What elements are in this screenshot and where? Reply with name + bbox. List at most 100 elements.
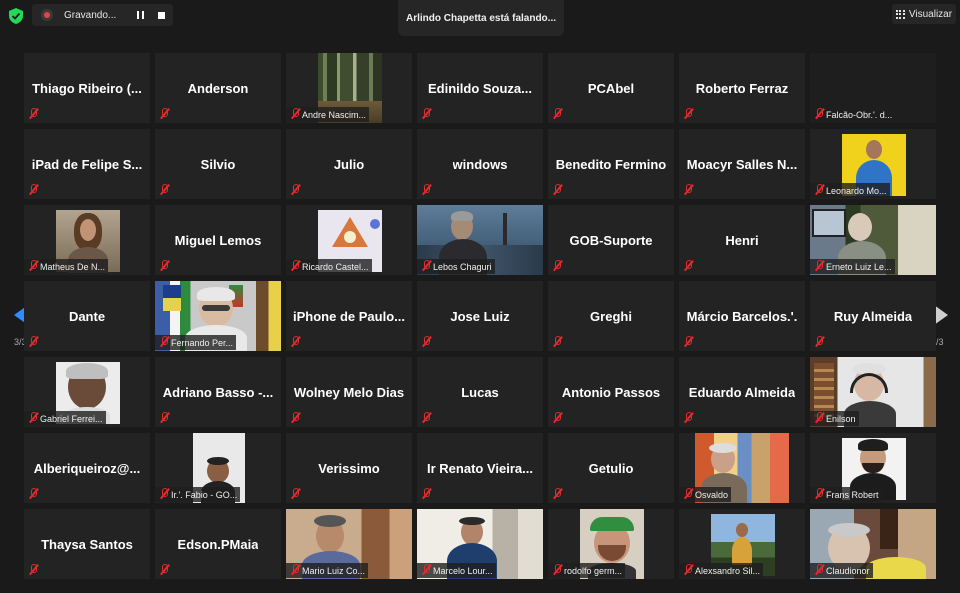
participant-tile[interactable]: Getulio <box>548 433 674 503</box>
participant-tile[interactable]: iPhone de Paulo... <box>286 281 412 351</box>
muted-mic-icon <box>814 108 825 119</box>
participant-name: Henri <box>725 232 759 248</box>
participant-tile[interactable]: Anderson <box>155 53 281 123</box>
participant-tile[interactable]: Fernando Per... <box>155 281 281 351</box>
participant-tile[interactable]: PCAbel <box>548 53 674 123</box>
participant-tile[interactable]: Osvaldo <box>679 433 805 503</box>
muted-mic-icon <box>814 412 825 423</box>
muted-mic-icon <box>159 336 170 347</box>
participant-label-text: Lebos Chaguri <box>433 261 492 272</box>
participant-tile[interactable]: Miguel Lemos <box>155 205 281 275</box>
security-shield-icon[interactable] <box>9 8 23 24</box>
next-page-arrow-icon[interactable] <box>934 305 948 325</box>
participant-tile[interactable]: Lebos Chaguri <box>417 205 543 275</box>
participant-tile[interactable]: Verissimo <box>286 433 412 503</box>
grid-view-icon <box>895 9 905 19</box>
participant-tile[interactable]: Dante <box>24 281 150 351</box>
stop-icon <box>157 11 165 19</box>
participant-name: Silvio <box>200 156 236 172</box>
participant-tile[interactable]: Leonardo Mo... <box>810 129 936 199</box>
muted-mic-icon <box>683 184 694 195</box>
participant-tile[interactable]: Greghi <box>548 281 674 351</box>
recording-label: Gravando... <box>64 9 117 21</box>
muted-mic-icon <box>290 108 301 119</box>
participant-tile[interactable]: Wolney Melo Dias <box>286 357 412 427</box>
participant-tile[interactable]: Lucas <box>417 357 543 427</box>
participant-tile[interactable]: Benedito Fermino <box>548 129 674 199</box>
participant-tile[interactable]: Julio <box>286 129 412 199</box>
participant-tile[interactable]: Enilson <box>810 357 936 427</box>
muted-mic-icon <box>28 564 39 575</box>
participant-tile[interactable]: Roberto Ferraz <box>679 53 805 123</box>
muted-mic-icon <box>552 108 563 119</box>
participant-tile[interactable]: Henri <box>679 205 805 275</box>
participant-tile[interactable]: Gabriel Ferrei... <box>24 357 150 427</box>
participant-tile[interactable]: Alexsandro Sil... <box>679 509 805 579</box>
participant-tile[interactable]: Antonio Passos <box>548 357 674 427</box>
participant-tile[interactable]: Márcio Barcelos.'. <box>679 281 805 351</box>
muted-mic-icon <box>552 564 563 575</box>
participant-name: Antonio Passos <box>561 384 661 400</box>
participant-tile[interactable]: Matheus De N... <box>24 205 150 275</box>
muted-mic-icon <box>159 564 170 575</box>
participant-tile[interactable]: Eduardo Almeida <box>679 357 805 427</box>
participant-name: Ruy Almeida <box>833 308 913 324</box>
participant-tile[interactable]: Edinildo Souza... <box>417 53 543 123</box>
participant-tile[interactable]: Moacyr Salles N... <box>679 129 805 199</box>
participant-label-text: Andre Nascim... <box>302 109 367 120</box>
muted-mic-icon <box>814 260 825 271</box>
muted-mic-icon <box>814 564 825 575</box>
participant-tile[interactable]: Ir.'. Fabio - GO... <box>155 433 281 503</box>
muted-mic-icon <box>159 412 170 423</box>
participant-tile[interactable]: GOB-Suporte <box>548 205 674 275</box>
participant-tile[interactable]: Adriano Basso -... <box>155 357 281 427</box>
participant-label-text: Claudionor <box>826 565 870 576</box>
muted-mic-icon <box>159 184 170 195</box>
participant-name: PCAbel <box>587 80 635 96</box>
view-button[interactable]: Visualizar <box>892 4 956 24</box>
muted-mic-icon <box>552 412 563 423</box>
participant-tile[interactable]: Falcão-Obr.'. d... <box>810 53 936 123</box>
participant-name: Jose Luiz <box>450 308 510 324</box>
participant-tile[interactable]: Andre Nascim... <box>286 53 412 123</box>
participant-tile[interactable]: Thiago Ribeiro (... <box>24 53 150 123</box>
participant-name: Getulio <box>588 460 634 476</box>
participant-tile[interactable]: Thaysa Santos <box>24 509 150 579</box>
participant-tile[interactable]: Jose Luiz <box>417 281 543 351</box>
muted-mic-icon <box>814 184 825 195</box>
participant-label-text: Ir.'. Fabio - GO... <box>171 489 238 500</box>
muted-mic-icon <box>421 108 432 119</box>
participant-tile[interactable]: rodolfo germ... <box>548 509 674 579</box>
participant-name: Thaysa Santos <box>41 536 133 552</box>
participant-tile[interactable]: Erneto Luiz Le... <box>810 205 936 275</box>
participant-tile[interactable]: Edson.PMaia <box>155 509 281 579</box>
participant-tile[interactable]: Alberiqueiroz@... <box>24 433 150 503</box>
muted-mic-icon <box>290 488 301 499</box>
participant-label-text: rodolfo germ... <box>564 565 623 576</box>
participant-name: windows <box>452 156 508 172</box>
participant-name: Alberiqueiroz@... <box>33 460 141 476</box>
muted-mic-icon <box>290 184 301 195</box>
stop-recording-button[interactable] <box>152 7 170 23</box>
muted-mic-icon <box>28 412 39 423</box>
muted-mic-icon <box>28 336 39 347</box>
participant-tile[interactable]: Ruy Almeida <box>810 281 936 351</box>
muted-mic-icon <box>28 488 39 499</box>
participant-name: Lucas <box>461 384 499 400</box>
muted-mic-icon <box>28 108 39 119</box>
muted-mic-icon <box>683 488 694 499</box>
participant-tile[interactable]: windows <box>417 129 543 199</box>
participant-tile[interactable]: Silvio <box>155 129 281 199</box>
participant-tile[interactable]: Mario Luiz Co... <box>286 509 412 579</box>
participant-tile[interactable]: Frans Robert <box>810 433 936 503</box>
participant-name: iPhone de Paulo... <box>293 308 405 324</box>
participant-name: Márcio Barcelos.'. <box>686 308 798 324</box>
participant-tile[interactable]: Ricardo Castel... <box>286 205 412 275</box>
participant-tile[interactable]: Ir Renato Vieira... <box>417 433 543 503</box>
participant-tile[interactable]: Marcelo Lour... <box>417 509 543 579</box>
pause-recording-button[interactable] <box>131 7 149 23</box>
participant-label-text: Alexsandro Sil... <box>695 565 761 576</box>
participant-tile[interactable]: iPad de Felipe S... <box>24 129 150 199</box>
muted-mic-icon <box>290 564 301 575</box>
participant-tile[interactable]: Claudionor <box>810 509 936 579</box>
